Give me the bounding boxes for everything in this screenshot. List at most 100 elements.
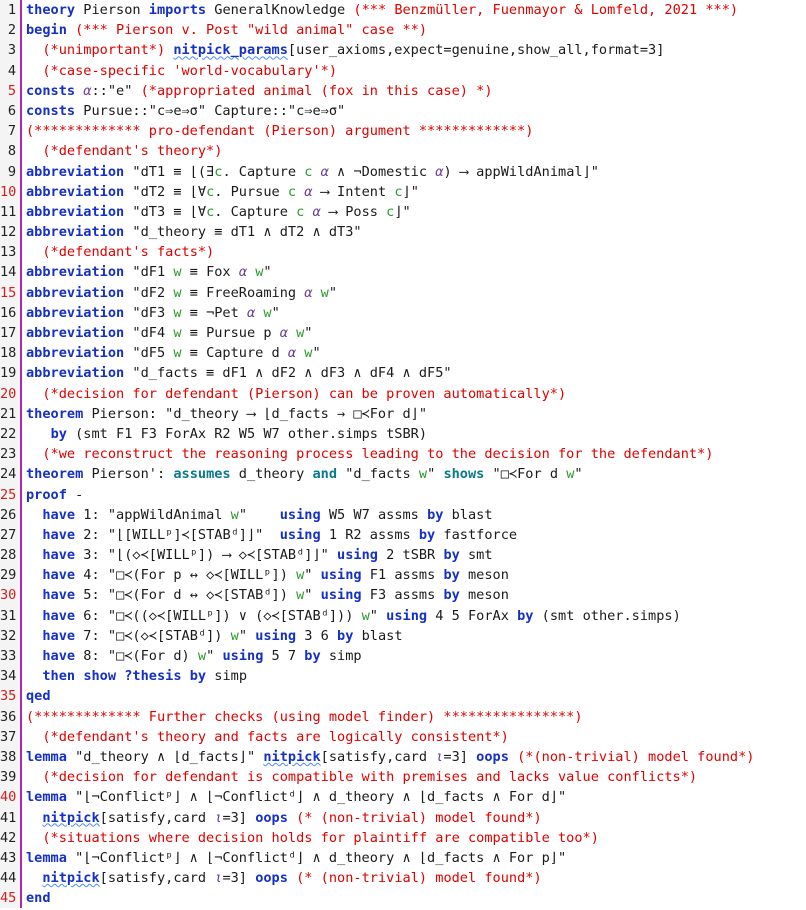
- code-line[interactable]: 41 nitpick[satisfy,card ι=3] oops (* (no…: [0, 807, 806, 828]
- code-line[interactable]: 15 abbreviation "dF2 w ≡ FreeRoaming α w": [0, 282, 806, 303]
- code-line[interactable]: 21 theorem Pierson: "d_theory ⟶ ⌊d_facts …: [0, 403, 806, 424]
- code-token: consts: [26, 82, 76, 99]
- code-token: by: [304, 648, 321, 664]
- code-line[interactable]: 7 (************* pro-defendant (Pierson) …: [0, 121, 806, 142]
- code-text: abbreviation "d_facts ≡ dF1 ∧ dF2 ∧ dF3 …: [22, 363, 806, 383]
- code-line[interactable]: 38 lemma "d_theory ∧ ⌊d_facts⌋" nitpick[s…: [0, 746, 806, 768]
- code-line[interactable]: 20 (*decision for defendant (Pierson) ca…: [0, 383, 806, 404]
- code-line[interactable]: 18 abbreviation "dF5 w ≡ Capture d α w": [0, 343, 806, 364]
- code-line[interactable]: 31 have 6: "□≺((◇≺[WILLᵖ]) ∨ (◇≺[STABᵈ])…: [0, 605, 806, 626]
- line-number: 25: [0, 484, 22, 505]
- code-line[interactable]: 4 (*case-specific 'world-vocabulary'*): [0, 60, 806, 81]
- code-token: 3 6: [296, 627, 338, 644]
- code-line[interactable]: 26 have 1: "appWildAnimal w" using W5 W7…: [0, 504, 806, 525]
- code-text: then show ?thesis by simp: [22, 666, 806, 686]
- code-line[interactable]: 3 (*unimportant*) nitpick_params[user_ax…: [0, 40, 806, 61]
- line-number: 17: [0, 323, 22, 344]
- code-text: qed: [22, 686, 806, 706]
- code-token: w: [361, 607, 370, 624]
- code-token: by: [50, 425, 67, 442]
- code-token: using: [222, 648, 264, 664]
- code-line[interactable]: 27 have 2: "⌊[WILLᵖ]≺[STABᵈ]⌋" using 1 R…: [0, 524, 806, 546]
- code-line[interactable]: 37 (*defendant's theory and facts are lo…: [0, 726, 806, 747]
- code-line[interactable]: 19 abbreviation "d_facts ≡ dF1 ∧ dF2 ∧ dF…: [0, 363, 806, 384]
- code-token: 4 5 ForAx: [427, 607, 518, 624]
- code-token: [satisfy,card: [320, 748, 436, 765]
- code-token: by: [443, 587, 460, 604]
- code-line[interactable]: 23 (*we reconstruct the reasoning proces…: [0, 444, 806, 465]
- line-number: 4: [0, 60, 22, 81]
- code-line[interactable]: 45 end: [0, 888, 806, 909]
- code-line[interactable]: 16 abbreviation "dF3 w ≡ ¬Pet α w": [0, 302, 806, 323]
- code-line[interactable]: 6 consts Pursue::"c⇒e⇒σ" Capture::"c⇒e⇒σ": [0, 100, 806, 122]
- code-token: "⌊¬Conflictᵖ⌋ ∧ ⌊¬Conflictᵈ⌋ ∧ d_theory …: [66, 789, 567, 806]
- code-token: ?thesis: [124, 668, 182, 685]
- code-text: lemma "⌊¬Conflictᵖ⌋ ∧ ⌊¬Conflictᵈ⌋ ∧ d_t…: [22, 848, 806, 868]
- code-line[interactable]: 32 have 7: "□≺(◇≺[STABᵈ]) w" using 3 6 b…: [0, 625, 806, 646]
- code-token: theorem: [26, 405, 84, 422]
- line-number: 20: [0, 383, 22, 404]
- code-token: 2 tSBR: [377, 547, 444, 564]
- code-line[interactable]: 28 have 3: "⌊(◇≺[WILLᵖ]) ⟶ ◇≺[STABᵈ]⌋" u…: [0, 545, 806, 566]
- code-token: ": [304, 587, 321, 604]
- code-token: 6: "□≺((◇≺[WILLᵖ]) ∨ (◇≺[STABᵈ])): [75, 607, 362, 624]
- code-text: begin (*** Pierson v. Post "wild animal"…: [22, 20, 806, 40]
- code-token: 3: "⌊(◇≺[WILLᵖ]) ⟶ ◇≺[STABᵈ]⌋": [75, 547, 338, 564]
- code-token: (************* Further checks (using mod…: [26, 708, 583, 725]
- code-token: ": [369, 607, 387, 624]
- code-line[interactable]: 30 have 5: "□≺(For d ↔ ◇≺[STABᵈ]) w" usi…: [0, 585, 806, 606]
- code-token: blast: [353, 627, 403, 644]
- code-line[interactable]: 12 abbreviation "d_theory ≡ dT1 ∧ dT2 ∧ d…: [0, 222, 806, 243]
- code-token: (smt other.simps): [533, 607, 681, 624]
- line-number: 7: [0, 121, 22, 142]
- code-line[interactable]: 2 begin (*** Pierson v. Post "wild animal…: [0, 20, 806, 41]
- code-token: qed: [26, 688, 51, 705]
- code-line[interactable]: 22 by (smt F1 F3 ForAx R2 W5 W7 other.si…: [0, 423, 806, 445]
- code-editor[interactable]: 1 theory Pierson imports GeneralKnowledge…: [0, 0, 806, 910]
- line-number: 33: [0, 646, 22, 667]
- code-token: abbreviation: [26, 304, 125, 321]
- code-line[interactable]: 13 (*defendant's facts*): [0, 242, 806, 263]
- code-line[interactable]: 5 consts α::"e" (*appropriated animal (fo…: [0, 80, 806, 101]
- code-token: "d_theory ≡ dT1 ∧ dT2 ∧ dT3": [124, 224, 362, 241]
- code-line[interactable]: 36 (************* Further checks (using m…: [0, 706, 806, 727]
- code-token: ": [574, 466, 583, 483]
- code-token: have: [42, 567, 76, 584]
- code-token: w: [197, 648, 207, 664]
- code-text: abbreviation "dF4 w ≡ Pursue p α w": [22, 323, 806, 343]
- code-line[interactable]: 25 proof -: [0, 484, 806, 505]
- code-line[interactable]: 40 lemma "⌊¬Conflictᵖ⌋ ∧ ⌊¬Conflictᵈ⌋ ∧ d…: [0, 787, 806, 808]
- code-line[interactable]: 39 (*decision for defendant is compatibl…: [0, 767, 806, 788]
- code-line[interactable]: 35 qed: [0, 686, 806, 707]
- code-line[interactable]: 17 abbreviation "dF4 w ≡ Pursue p α w": [0, 323, 806, 344]
- code-line[interactable]: 34 then show ?thesis by simp: [0, 666, 806, 687]
- line-number: 23: [0, 444, 22, 465]
- code-token: α: [279, 325, 288, 341]
- code-line[interactable]: 8 (*defendant's theory*): [0, 141, 806, 162]
- code-line[interactable]: 24 theorem Pierson': assumes d_theory and…: [0, 464, 806, 485]
- code-line[interactable]: 33 have 8: "□≺(For d) w" using 5 7 by si…: [0, 646, 806, 667]
- code-line[interactable]: 44 nitpick[satisfy,card ι=3] oops (* (no…: [0, 868, 806, 889]
- code-line[interactable]: 29 have 4: "□≺(For p ↔ ◇≺[WILLᵖ]) w" usi…: [0, 565, 806, 586]
- code-line[interactable]: 10 abbreviation "dT2 ≡ ⌊∀c. Pursue c α ⟶ …: [0, 181, 806, 202]
- code-line[interactable]: 42 (*situations where decision holds for…: [0, 827, 806, 848]
- code-token: "dF1: [124, 264, 174, 281]
- code-token: w: [173, 284, 182, 301]
- code-line[interactable]: 11 abbreviation "dT3 ≡ ⌊∀c. Capture c α ⟶…: [0, 201, 806, 223]
- code-line[interactable]: 1 theory Pierson imports GeneralKnowledge…: [0, 0, 806, 21]
- code-line[interactable]: 43 lemma "⌊¬Conflictᵖ⌋ ∧ ⌊¬Conflictᵈ⌋ ∧ d…: [0, 847, 806, 869]
- code-text: abbreviation "dF2 w ≡ FreeRoaming α w": [22, 283, 806, 303]
- code-line[interactable]: 14 abbreviation "dF1 w ≡ Fox α w": [0, 262, 806, 283]
- code-line[interactable]: 9 abbreviation "dT1 ≡ ⌊(∃c. Capture c α ∧…: [0, 161, 806, 182]
- code-token: have: [42, 547, 76, 564]
- code-token: have: [42, 506, 76, 523]
- code-text: (*decision for defendant (Pierson) can b…: [22, 384, 806, 404]
- code-text: abbreviation "dT1 ≡ ⌊(∃c. Capture c α ∧ …: [22, 162, 806, 182]
- code-token: 1 R2 assms: [320, 526, 419, 543]
- code-token: imports: [148, 2, 207, 18]
- code-token: "dT2 ≡ ⌊∀: [124, 183, 207, 200]
- line-number: 14: [0, 262, 22, 283]
